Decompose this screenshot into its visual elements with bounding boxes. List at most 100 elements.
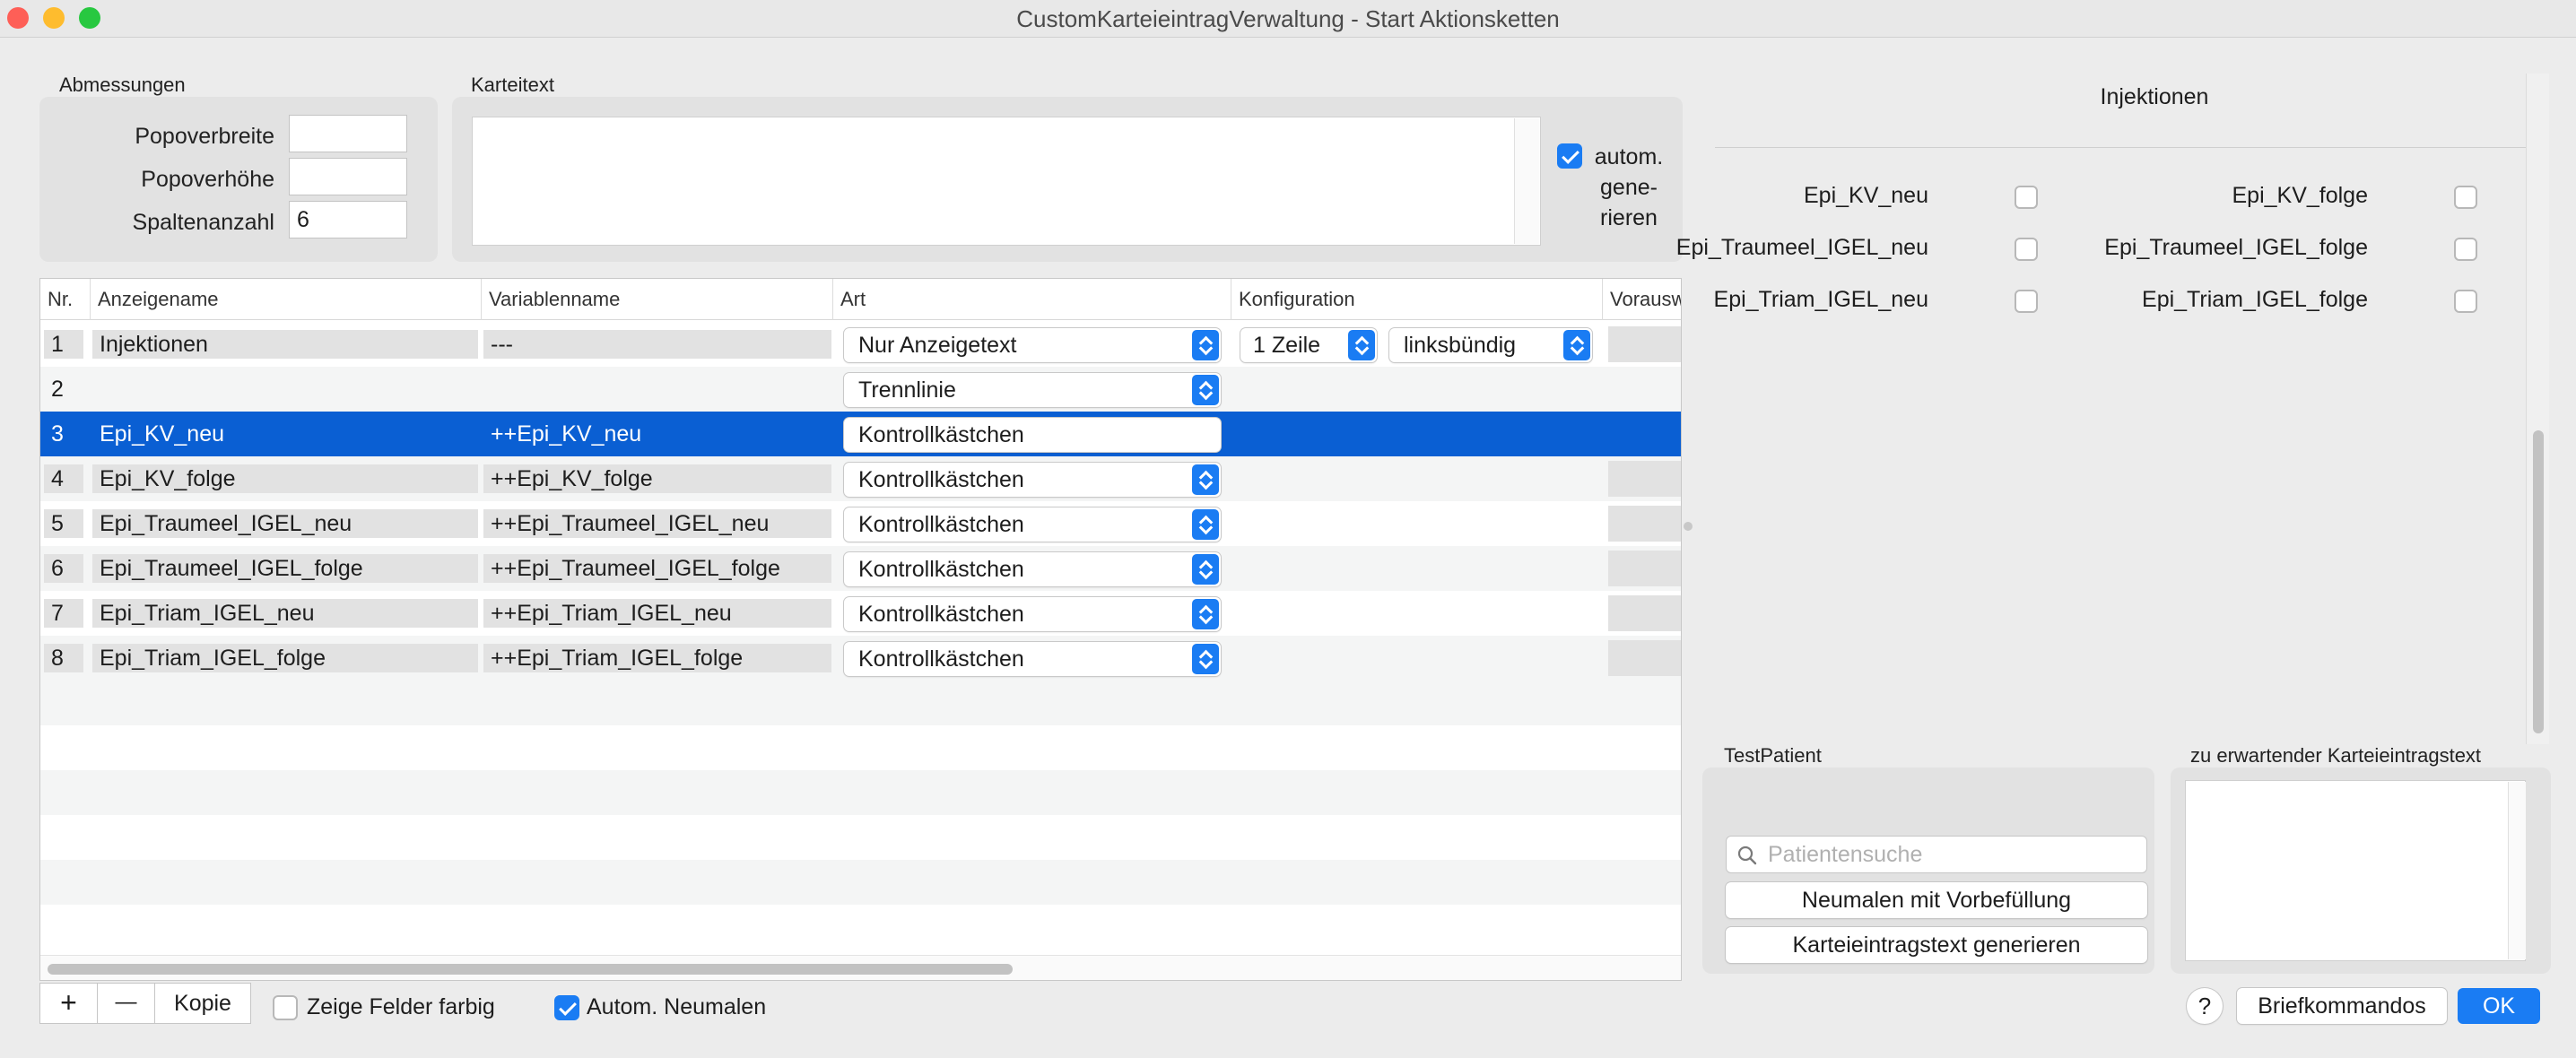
briefkommandos-button[interactable]: Briefkommandos: [2237, 988, 2447, 1024]
table-empty-area: [40, 681, 1681, 950]
table-row[interactable]: 5 Epi_Traumeel_IGEL_neu ++Epi_Traumeel_I…: [40, 501, 1681, 546]
table-row-selected[interactable]: 3 Epi_KV_neu ++Epi_KV_neu Kontrollkästch…: [40, 412, 1681, 456]
row-anzeigename[interactable]: Injektionen: [92, 330, 478, 359]
row-nr: 3: [51, 421, 64, 447]
popoverhoehe-label: Popoverhöhe: [141, 167, 274, 192]
chevron-updown-icon: [1563, 330, 1590, 360]
table-row[interactable]: 8 Epi_Triam_IGEL_folge ++Epi_Triam_IGEL_…: [40, 636, 1681, 681]
zeilen-popup-value: 1 Zeile: [1253, 333, 1321, 358]
preview-item-label: Epi_Traumeel_IGEL_neu: [1675, 235, 1928, 260]
row-vorauswahl[interactable]: [1608, 551, 1681, 586]
preview-item-checkbox[interactable]: [2015, 290, 2038, 313]
remove-row-button[interactable]: —: [98, 984, 155, 1023]
table-row[interactable]: 4 Epi_KV_folge ++Epi_KV_folge Kontrollkä…: [40, 456, 1681, 501]
karteieintragstext-generieren-button[interactable]: Karteieintragstext generieren: [1726, 927, 2147, 963]
row-vorauswahl[interactable]: [1608, 595, 1681, 631]
art-popup-value: Kontrollkästchen: [858, 512, 1024, 537]
popoverhoehe-field[interactable]: [289, 158, 407, 195]
autom-neumalen-checkbox[interactable]: [554, 995, 579, 1020]
neumalen-mit-vorbefuellung-button[interactable]: Neumalen mit Vorbefüllung: [1726, 882, 2147, 918]
column-header-variablenname[interactable]: Variablenname: [482, 279, 833, 320]
chevron-updown-icon: [1192, 644, 1219, 674]
table-row[interactable]: 2 Trennlinie: [40, 367, 1681, 412]
art-popup[interactable]: Kontrollkästchen: [844, 597, 1221, 631]
art-popup[interactable]: Kontrollkästchen: [844, 507, 1221, 542]
preview-panel: Injektionen Epi_KV_neu Epi_KV_folge Epi_…: [1676, 72, 2576, 735]
table-row[interactable]: 7 Epi_Triam_IGEL_neu ++Epi_Triam_IGEL_ne…: [40, 591, 1681, 636]
testpatient-group: Patientensuche Neumalen mit Vorbefüllung…: [1702, 767, 2154, 974]
column-header-art[interactable]: Art: [833, 279, 1231, 320]
art-popup-value: Kontrollkästchen: [858, 602, 1024, 627]
zeilen-popup[interactable]: 1 Zeile: [1240, 328, 1377, 362]
spaltenanzahl-field[interactable]: 6: [289, 201, 407, 238]
column-header-nr[interactable]: Nr.: [40, 279, 91, 320]
karteitext-textarea[interactable]: [472, 117, 1541, 246]
table-row[interactable]: 6 Epi_Traumeel_IGEL_folge ++Epi_Traumeel…: [40, 546, 1681, 591]
row-nr: 6: [44, 554, 83, 583]
zeige-felder-farbig-checkbox[interactable]: [273, 995, 298, 1020]
preview-item-checkbox[interactable]: [2454, 238, 2477, 261]
table-row[interactable]: 1 Injektionen --- Nur Anzeigetext 1 Zeil…: [40, 322, 1681, 367]
row-anzeigename[interactable]: Epi_Traumeel_IGEL_neu: [92, 509, 478, 538]
row-variablenname[interactable]: ---: [483, 330, 831, 359]
preview-item-checkbox[interactable]: [2454, 186, 2477, 209]
expected-group: [2171, 767, 2551, 974]
chevron-updown-icon: [1192, 509, 1219, 540]
expected-textarea-scrollbar[interactable]: [2508, 782, 2526, 959]
preview-item-checkbox[interactable]: [2015, 186, 2038, 209]
row-vorauswahl[interactable]: [1608, 326, 1681, 362]
column-header-anzeigename[interactable]: Anzeigename: [91, 279, 482, 320]
karteitext-title: Karteitext: [471, 74, 554, 96]
preview-item-checkbox[interactable]: [2015, 238, 2038, 261]
autom-generieren-checkbox[interactable]: [1557, 143, 1582, 169]
art-popup[interactable]: Kontrollkästchen: [844, 463, 1221, 497]
karteitext-scrollbar[interactable]: [1514, 118, 1539, 244]
art-popup-value: Trennlinie: [858, 377, 956, 403]
column-header-konfiguration[interactable]: Konfiguration: [1231, 279, 1603, 320]
patientensuche-field[interactable]: Patientensuche: [1726, 836, 2147, 873]
row-variablenname[interactable]: ++Epi_KV_folge: [483, 464, 831, 493]
row-anzeigename[interactable]: Epi_Triam_IGEL_neu: [92, 599, 478, 628]
add-row-button[interactable]: +: [40, 984, 98, 1023]
chevron-updown-icon: [1192, 375, 1219, 405]
row-vorauswahl[interactable]: [1608, 506, 1681, 542]
row-variablenname[interactable]: ++Epi_Traumeel_IGEL_folge: [483, 554, 831, 583]
copy-row-button[interactable]: Kopie: [155, 984, 250, 1023]
preview-item-checkbox[interactable]: [2454, 290, 2477, 313]
preview-vertical-scrollbar[interactable]: [2526, 74, 2549, 744]
split-view-handle[interactable]: [1684, 522, 1693, 531]
zeige-felder-farbig-label: Zeige Felder farbig: [307, 994, 495, 1019]
row-nr: 8: [44, 644, 83, 672]
art-popup[interactable]: Nur Anzeigetext: [844, 328, 1221, 362]
preview-title: Injektionen: [2100, 84, 2209, 109]
row-variablenname[interactable]: ++Epi_Traumeel_IGEL_neu: [483, 509, 831, 538]
art-popup[interactable]: Kontrollkästchen: [844, 418, 1221, 452]
row-vorauswahl[interactable]: [1608, 640, 1681, 676]
scrollbar-thumb[interactable]: [2533, 430, 2544, 733]
art-popup[interactable]: Kontrollkästchen: [844, 552, 1221, 586]
scrollbar-thumb[interactable]: [48, 964, 1013, 975]
art-popup-value: Kontrollkästchen: [858, 422, 1024, 447]
expected-textarea[interactable]: [2185, 780, 2526, 961]
row-anzeigename[interactable]: Epi_KV_folge: [92, 464, 478, 493]
table-header: Nr. Anzeigename Variablenname Art Konfig…: [40, 279, 1681, 320]
row-anzeigename[interactable]: Epi_Triam_IGEL_folge: [92, 644, 478, 672]
ausrichtung-popup[interactable]: linksbündig: [1389, 328, 1592, 362]
row-nr: 4: [44, 464, 83, 493]
row-anzeigename[interactable]: Epi_KV_neu: [92, 420, 478, 448]
row-variablenname[interactable]: ++Epi_Triam_IGEL_neu: [483, 599, 831, 628]
row-variablenname[interactable]: ++Epi_KV_neu: [483, 420, 831, 448]
help-button[interactable]: ?: [2187, 988, 2223, 1024]
fields-table: Nr. Anzeigename Variablenname Art Konfig…: [39, 278, 1682, 981]
testpatient-title: TestPatient: [1724, 744, 1822, 767]
row-variablenname[interactable]: ++Epi_Triam_IGEL_folge: [483, 644, 831, 672]
column-header-vorauswahl[interactable]: Vorausw: [1603, 279, 1681, 320]
row-vorauswahl[interactable]: [1608, 461, 1681, 497]
row-anzeigename[interactable]: Epi_Traumeel_IGEL_folge: [92, 554, 478, 583]
autom-generieren-label: autom. gene- rieren: [1594, 144, 1664, 230]
popoverbreite-field[interactable]: [289, 115, 407, 152]
ok-button[interactable]: OK: [2458, 988, 2540, 1024]
table-horizontal-scrollbar[interactable]: [40, 955, 1681, 980]
art-popup[interactable]: Trennlinie: [844, 373, 1221, 407]
art-popup[interactable]: Kontrollkästchen: [844, 642, 1221, 676]
